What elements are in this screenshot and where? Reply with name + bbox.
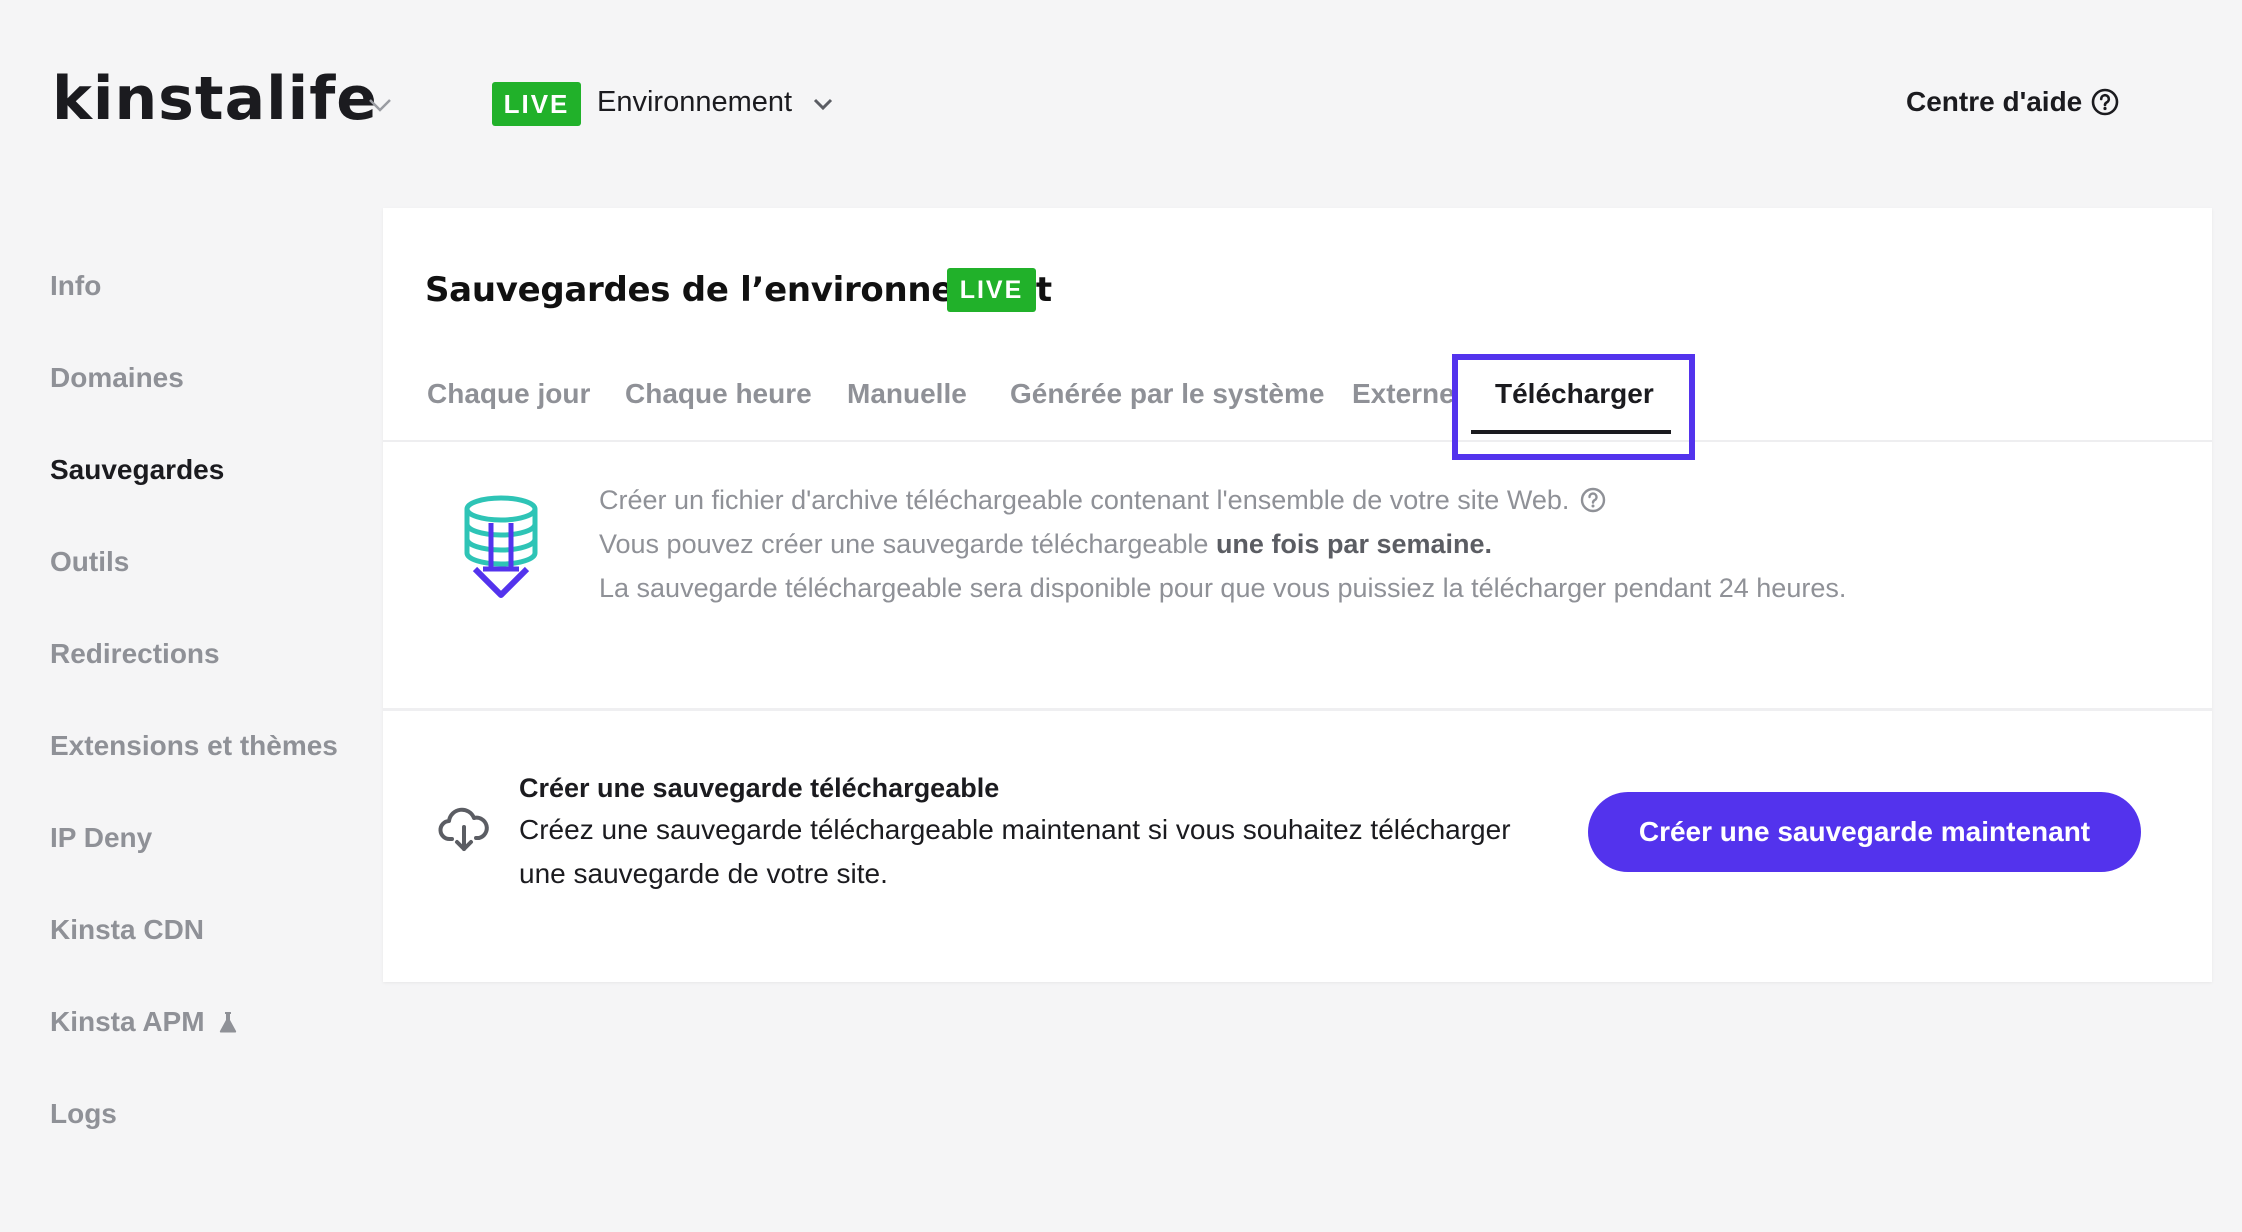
sidebar-item-ip-deny[interactable]: IP Deny xyxy=(50,822,152,854)
database-download-icon xyxy=(464,495,538,598)
info-line-2-bold: une fois par semaine. xyxy=(1215,529,1493,559)
chevron-down-icon[interactable] xyxy=(812,97,834,113)
sidebar-item-outils[interactable]: Outils xyxy=(50,546,129,578)
sidebar-item-info[interactable]: Info xyxy=(50,270,101,302)
create-backup-description: Créez une sauvegarde téléchargeable main… xyxy=(519,814,1511,889)
create-backup-section: Créer une sauvegarde téléchargeable Crée… xyxy=(519,768,1559,896)
sidebar-item-label: Sauvegardes xyxy=(50,454,225,485)
sidebar-item-label: Kinsta CDN xyxy=(50,914,205,945)
top-header: kinstalife LIVE Environnement Centre d'a… xyxy=(0,0,2242,210)
backup-tabs: Chaque jour Chaque heure Manuelle Généré… xyxy=(383,356,2212,442)
environment-selector[interactable]: Environnement xyxy=(597,86,792,119)
sidebar-item-label: Outils xyxy=(50,546,130,577)
create-backup-title: Créer une sauvegarde téléchargeable xyxy=(519,773,1000,803)
backups-card: Sauvegardes de l’environnement LIVE Chaq… xyxy=(383,208,2212,982)
live-badge: LIVE xyxy=(492,82,581,126)
tab-manuelle[interactable]: Manuelle xyxy=(847,378,967,410)
tab-telecharger[interactable]: Télécharger xyxy=(1495,378,1654,410)
active-tab-underline xyxy=(1471,430,1671,434)
question-circle-icon[interactable] xyxy=(1579,486,1607,514)
download-info: Créer un fichier d'archive téléchargeabl… xyxy=(599,478,1846,610)
sidebar-item-domaines[interactable]: Domaines xyxy=(50,362,184,394)
sidebar-item-redirections[interactable]: Redirections xyxy=(50,638,220,670)
chevron-down-icon[interactable] xyxy=(366,96,394,114)
info-line-1-text: Créer un fichier d'archive téléchargeabl… xyxy=(599,485,1570,515)
sidebar-item-label: Logs xyxy=(50,1098,117,1129)
tab-generee-par-le-systeme[interactable]: Générée par le système xyxy=(1010,378,1324,410)
section-divider xyxy=(383,708,2212,711)
info-line-1: Créer un fichier d'archive téléchargeabl… xyxy=(599,478,1846,522)
cloud-download-icon xyxy=(438,807,489,851)
sidebar-item-kinsta-cdn[interactable]: Kinsta CDN xyxy=(50,914,204,946)
sidebar-item-label: Kinsta APM xyxy=(50,1006,205,1037)
create-backup-button[interactable]: Créer une sauvegarde maintenant xyxy=(1588,792,2141,872)
tab-externe[interactable]: Externe xyxy=(1352,378,1455,410)
sidebar-item-extensions[interactable]: Extensions et thèmes xyxy=(50,730,338,762)
info-line-2: Vous pouvez créer une sauvegarde télécha… xyxy=(599,522,1846,566)
info-line-3: La sauvegarde téléchargeable sera dispon… xyxy=(599,566,1846,610)
question-circle-icon xyxy=(2091,88,2119,116)
site-logo[interactable]: kinstalife xyxy=(52,64,378,134)
info-line-3-text: La sauvegarde téléchargeable sera dispon… xyxy=(599,573,1847,603)
tab-chaque-heure[interactable]: Chaque heure xyxy=(625,378,812,410)
flask-icon xyxy=(219,1012,236,1033)
sidebar-item-kinsta-apm[interactable]: Kinsta APM xyxy=(50,1006,237,1038)
tab-chaque-jour[interactable]: Chaque jour xyxy=(427,378,590,410)
sidebar-item-label: IP Deny xyxy=(50,822,153,853)
live-badge: LIVE xyxy=(947,268,1036,312)
info-line-2-text: Vous pouvez créer une sauvegarde télécha… xyxy=(599,529,1216,559)
help-center-label: Centre d'aide xyxy=(1906,86,2083,117)
sidebar-item-sauvegardes[interactable]: Sauvegardes xyxy=(50,454,224,486)
help-center-link[interactable]: Centre d'aide xyxy=(1906,86,2120,118)
sidebar-item-logs[interactable]: Logs xyxy=(50,1098,117,1130)
sidebar-item-label: Redirections xyxy=(50,638,220,669)
sidebar-item-label: Domaines xyxy=(50,362,184,393)
app-page: kinstalife LIVE Environnement Centre d'a… xyxy=(0,0,2242,1232)
sidebar-item-label: Info xyxy=(50,270,102,301)
sidebar-item-label: Extensions et thèmes xyxy=(50,730,338,761)
